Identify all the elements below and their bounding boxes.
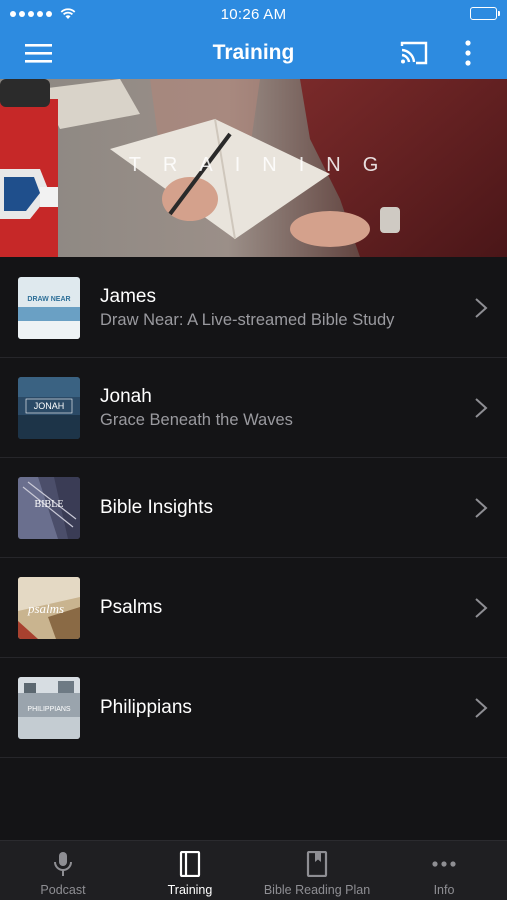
list-item-philippians[interactable]: PHILIPPIANS Philippians [0, 658, 507, 758]
thumbnail-jonah: JONAH [18, 377, 80, 439]
bookmark-book-icon [306, 851, 328, 877]
microphone-icon [54, 852, 72, 876]
thumbnail-jonah-text: JONAH [34, 401, 65, 411]
tab-podcast[interactable]: Podcast [0, 841, 126, 900]
chevron-right-icon [475, 298, 488, 318]
book-icon [179, 851, 201, 877]
list-item-james[interactable]: DRAW NEAR James Draw Near: A Live-stream… [0, 258, 507, 358]
thumbnail-bible-insights: BIBLE [18, 477, 80, 539]
status-indicators [10, 0, 76, 28]
tab-label: Info [433, 883, 455, 897]
hamburger-menu-icon[interactable] [24, 41, 54, 65]
tab-info[interactable]: Info [381, 841, 507, 900]
thumbnail-psalms-text: psalms [27, 601, 64, 616]
list-item-title: Philippians [100, 697, 192, 718]
thumbnail-james-text: DRAW NEAR [27, 296, 70, 303]
chevron-right-icon [475, 398, 488, 418]
cast-icon[interactable] [399, 40, 429, 66]
tab-training[interactable]: Training [127, 841, 253, 900]
thumbnail-philippians: PHILIPPIANS [18, 677, 80, 739]
battery-icon [470, 7, 500, 20]
wifi-icon [60, 8, 76, 19]
status-time: 10:26 AM [220, 5, 287, 23]
page-title: Training [212, 41, 295, 64]
list-item-psalms[interactable]: psalms Psalms [0, 558, 507, 658]
status-bar: 10:26 AM [0, 0, 507, 28]
tab-bar: Podcast Training Bible Reading Plan Info [0, 840, 507, 900]
chevron-right-icon [475, 498, 488, 518]
list-item-title: Psalms [100, 597, 163, 618]
chevron-right-icon [475, 698, 488, 718]
thumbnail-philippians-text: PHILIPPIANS [27, 706, 71, 713]
app-bar: Training [0, 28, 507, 79]
list-item-subtitle: Draw Near: A Live-streamed Bible Study [100, 311, 395, 329]
chevron-right-icon [475, 598, 488, 618]
hero-title: TRAINING [128, 154, 401, 176]
list-item-jonah[interactable]: JONAH Jonah Grace Beneath the Waves [0, 358, 507, 458]
thumbnail-psalms: psalms [18, 577, 80, 639]
training-list: DRAW NEAR James Draw Near: A Live-stream… [0, 258, 507, 758]
more-options-icon[interactable] [458, 39, 478, 67]
list-item-bible-insights[interactable]: BIBLE Bible Insights [0, 458, 507, 558]
tab-label: Bible Reading Plan [263, 883, 371, 897]
list-item-title: Bible Insights [100, 497, 214, 518]
hero-banner: TRAINING [0, 79, 507, 257]
tab-label: Training [167, 883, 213, 897]
thumbnail-james: DRAW NEAR [18, 277, 80, 339]
tab-label: Podcast [40, 883, 86, 897]
list-item-subtitle: Grace Beneath the Waves [100, 411, 293, 429]
list-item-title: James [100, 286, 156, 307]
thumbnail-bible-insights-text: BIBLE [35, 499, 64, 510]
signal-strength-icon [10, 11, 52, 17]
more-dots-icon [432, 861, 456, 867]
tab-bible-reading-plan[interactable]: Bible Reading Plan [254, 841, 380, 900]
list-item-title: Jonah [100, 386, 152, 407]
